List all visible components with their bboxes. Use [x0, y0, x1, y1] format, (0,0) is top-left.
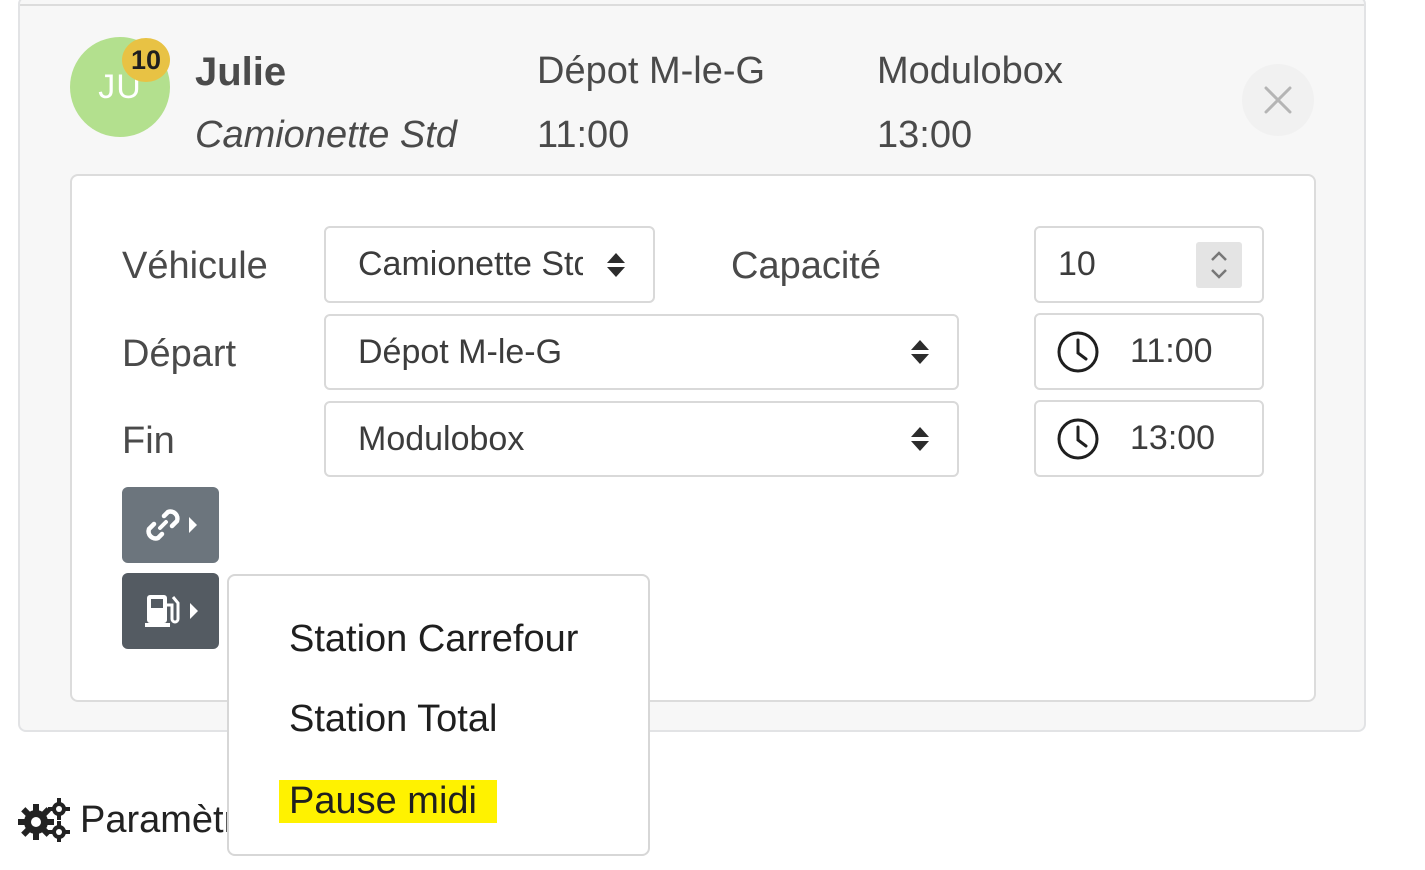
- capacity-value: 10: [1058, 245, 1096, 283]
- vehicle-label: Véhicule: [122, 245, 268, 287]
- clock-icon: [1057, 418, 1099, 459]
- select-arrows-icon: [607, 252, 625, 277]
- departure-name: Dépot M-le-G: [537, 50, 766, 92]
- driver-name: Julie: [195, 50, 287, 94]
- card-divider: [20, 4, 1364, 6]
- link-dropdown-button[interactable]: [122, 487, 219, 563]
- departure-time: 11:00: [537, 114, 630, 156]
- fuel-dropdown-menu: Station Carrefour Station Total Pause mi…: [227, 574, 650, 856]
- caret-right-icon: [188, 517, 197, 533]
- caret-right-icon: [189, 603, 198, 619]
- departure-time-value: 11:00: [1130, 332, 1213, 370]
- end-select[interactable]: Modulobox: [324, 401, 959, 477]
- dropdown-item-station-total[interactable]: Station Total: [289, 698, 497, 741]
- settings-link[interactable]: Paramètr: [18, 798, 236, 842]
- gas-pump-icon: [144, 595, 179, 627]
- departure-select-value: Dépot M-le-G: [358, 332, 563, 371]
- end-name: Modulobox: [877, 50, 1063, 92]
- vehicle-select-value: Camionette Std: [358, 245, 583, 283]
- end-label: Fin: [122, 420, 175, 462]
- select-arrows-icon: [911, 427, 929, 451]
- capacity-label: Capacité: [731, 245, 881, 287]
- spinner-arrows-icon: [1211, 251, 1227, 279]
- departure-label: Départ: [122, 333, 237, 375]
- departure-select[interactable]: Dépot M-le-G: [324, 314, 959, 390]
- clock-icon: [1057, 331, 1099, 372]
- end-select-value: Modulobox: [358, 419, 525, 458]
- capacity-input[interactable]: 10: [1034, 226, 1264, 303]
- close-button[interactable]: [1242, 64, 1314, 136]
- capacity-spinner[interactable]: [1196, 242, 1242, 288]
- vehicle-name: Camionette Std: [195, 114, 457, 156]
- end-time-value: 13:00: [1130, 419, 1216, 457]
- end-time-input[interactable]: 13:00: [1034, 400, 1264, 477]
- dropdown-item-station-carrefour[interactable]: Station Carrefour: [289, 618, 578, 661]
- vehicle-select[interactable]: Camionette Std: [324, 226, 655, 303]
- gears-icon: [18, 798, 70, 842]
- fuel-dropdown-button[interactable]: [122, 573, 219, 649]
- select-arrows-icon: [911, 340, 929, 364]
- end-time: 13:00: [877, 114, 973, 156]
- dropdown-item-pause-midi[interactable]: Pause midi: [279, 780, 497, 823]
- count-badge: 10: [122, 38, 170, 82]
- departure-time-input[interactable]: 11:00: [1034, 313, 1264, 390]
- settings-label: Paramètr: [80, 798, 237, 841]
- close-icon: [1264, 86, 1292, 114]
- link-icon: [145, 509, 180, 541]
- badge-count: 10: [130, 44, 162, 75]
